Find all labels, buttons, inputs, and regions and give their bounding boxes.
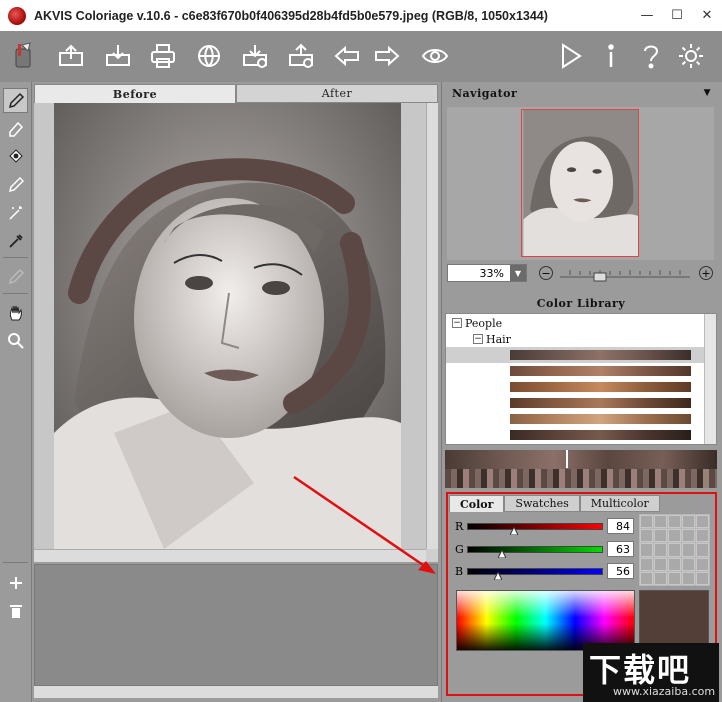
- watermark-url: www.xiazaiba.com: [613, 685, 716, 698]
- zoom-slider[interactable]: [560, 266, 690, 282]
- collapse-icon[interactable]: −: [452, 318, 462, 328]
- green-slider-row: G 63: [455, 541, 634, 558]
- blue-slider-row: B 56: [455, 563, 634, 580]
- hair-swatch-2[interactable]: [510, 366, 691, 376]
- tree-item-people[interactable]: − People: [446, 315, 502, 331]
- hair-swatch-1[interactable]: [510, 350, 691, 360]
- blue-slider[interactable]: [467, 567, 603, 580]
- tab-after[interactable]: After: [236, 84, 438, 103]
- eyedropper-icon[interactable]: [3, 228, 28, 253]
- open-icon[interactable]: [54, 39, 88, 73]
- hair-swatch-4[interactable]: [510, 398, 691, 408]
- current-color-swatch: [639, 590, 709, 651]
- maximize-button[interactable]: ☐: [662, 0, 692, 31]
- canvas-vertical-scrollbar[interactable]: [426, 103, 438, 549]
- image-canvas[interactable]: [34, 103, 426, 549]
- portrait-photo: [54, 103, 401, 549]
- library-scrollbar[interactable]: [704, 314, 716, 444]
- resize-corner: [426, 549, 438, 562]
- paint-bucket-logo-icon: [6, 39, 40, 73]
- tab-color[interactable]: Color: [449, 495, 505, 512]
- chevron-down-icon[interactable]: ▼: [510, 265, 526, 281]
- watermark-logo: 下载吧 www.xiazaiba.com: [583, 643, 719, 702]
- green-slider[interactable]: [467, 545, 603, 558]
- library-title: Color Library: [536, 296, 626, 310]
- hair-swatch-5[interactable]: [510, 414, 691, 424]
- color-library-tree[interactable]: − People − Hair: [445, 313, 717, 445]
- title-bar: AKVIS Coloriage v.10.6 - c6e83f670b0f406…: [0, 0, 722, 31]
- hair-swatch-3[interactable]: [510, 382, 691, 392]
- red-slider-row: R 84: [455, 518, 634, 535]
- zoom-icon[interactable]: [3, 328, 28, 353]
- help-icon[interactable]: [634, 39, 668, 73]
- bucket-icon[interactable]: [3, 144, 28, 169]
- redo-icon[interactable]: [370, 39, 404, 73]
- zoom-select[interactable]: 33% ▼: [447, 264, 527, 282]
- pencil-icon[interactable]: [3, 88, 28, 113]
- color-spectrum-picker[interactable]: [456, 590, 635, 651]
- print-icon[interactable]: [146, 39, 180, 73]
- red-value-field[interactable]: 84: [607, 518, 634, 534]
- navigator-title: Navigator: [452, 86, 518, 100]
- trash-icon[interactable]: [3, 598, 28, 623]
- strokes-panel: [34, 564, 438, 686]
- green-value-field[interactable]: 63: [607, 541, 634, 557]
- green-label: G: [455, 542, 464, 556]
- import-strokes-icon[interactable]: [238, 39, 272, 73]
- red-label: R: [455, 519, 464, 533]
- navigator-view[interactable]: [447, 107, 714, 260]
- red-slider[interactable]: [467, 522, 603, 535]
- save-icon[interactable]: [101, 39, 135, 73]
- tab-swatches[interactable]: Swatches: [504, 495, 580, 512]
- collapse-icon[interactable]: −: [473, 334, 483, 344]
- magic-pencil-icon[interactable]: [3, 172, 28, 197]
- disabled-brush-icon: [3, 264, 28, 289]
- run-icon[interactable]: [553, 39, 587, 73]
- close-button[interactable]: ✕: [692, 0, 722, 31]
- undo-icon[interactable]: [330, 39, 364, 73]
- magic-wand-icon[interactable]: [3, 200, 28, 225]
- zoom-in-icon[interactable]: +: [699, 266, 713, 280]
- tools-panel: [0, 82, 32, 702]
- zoom-value: 33%: [479, 266, 504, 280]
- selected-gradient-strip[interactable]: [445, 450, 717, 488]
- zoom-out-icon[interactable]: −: [539, 266, 553, 280]
- export-strokes-icon[interactable]: [284, 39, 318, 73]
- strokes-scrollbar[interactable]: [34, 686, 438, 698]
- hair-swatch-6[interactable]: [510, 430, 691, 440]
- share-icon[interactable]: [192, 39, 226, 73]
- tab-multicolor[interactable]: Multicolor: [579, 495, 660, 512]
- navigator-header: Navigator ▼: [443, 83, 719, 103]
- minimize-button[interactable]: —: [632, 0, 662, 31]
- eraser-icon[interactable]: [3, 116, 28, 141]
- blue-value-field[interactable]: 56: [607, 563, 634, 579]
- blue-label: B: [455, 564, 464, 578]
- collapse-chevron-icon[interactable]: ▼: [704, 88, 711, 98]
- main-toolbar: [0, 31, 722, 82]
- hand-icon[interactable]: [3, 300, 28, 325]
- add-icon[interactable]: [3, 570, 28, 595]
- settings-icon[interactable]: [674, 39, 708, 73]
- tree-item-hair[interactable]: − Hair: [446, 331, 511, 347]
- window-title: AKVIS Coloriage v.10.6 - c6e83f670b0f406…: [34, 8, 548, 23]
- custom-swatch-grid[interactable]: [639, 514, 710, 586]
- preview-icon[interactable]: [418, 39, 452, 73]
- app-logo-icon: [8, 6, 26, 25]
- library-header: Color Library: [443, 293, 719, 313]
- canvas-horizontal-scrollbar[interactable]: [34, 549, 426, 562]
- info-icon[interactable]: [594, 39, 628, 73]
- navigator-thumbnail: [521, 109, 639, 257]
- tab-before[interactable]: Before: [34, 84, 236, 103]
